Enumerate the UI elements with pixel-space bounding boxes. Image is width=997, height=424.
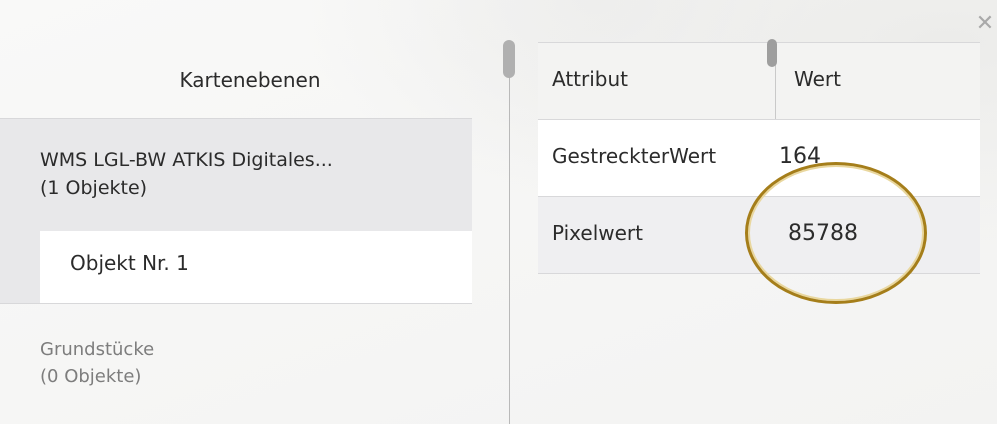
layer-item-wms[interactable]: WMS LGL-BW ATKIS Digitales... (1 Objekte… — [0, 118, 472, 232]
table-row: GestreckterWert 164 — [538, 120, 980, 197]
layers-header: Kartenebenen — [179, 68, 321, 92]
column-header-attribut[interactable]: Attribut — [552, 67, 628, 91]
attribute-cell: Pixelwert — [552, 221, 643, 245]
layer-title: WMS LGL-BW ATKIS Digitales... — [40, 149, 333, 171]
object-item[interactable]: Objekt Nr. 1 — [40, 231, 472, 303]
layer-item-grundstuecke[interactable]: Grundstücke (0 Objekte) — [40, 336, 154, 390]
column-header-wert[interactable]: Wert — [794, 67, 841, 91]
layers-panel: Kartenebenen WMS LGL-BW ATKIS Digitales.… — [0, 0, 500, 424]
object-label: Objekt Nr. 1 — [70, 251, 189, 275]
layer-count: (1 Objekte) — [40, 177, 148, 199]
table-header: Attribut Wert — [538, 39, 980, 120]
attribute-cell: GestreckterWert — [552, 144, 717, 168]
splitter-handle[interactable] — [503, 40, 515, 78]
column-resize-handle[interactable] — [767, 39, 777, 67]
close-icon[interactable]: ✕ — [975, 13, 995, 35]
layer-count: (0 Objekte) — [40, 366, 142, 387]
object-row[interactable]: Objekt Nr. 1 — [0, 231, 472, 304]
highlight-ring — [745, 162, 927, 304]
layer-title: Grundstücke — [40, 339, 155, 360]
panel-splitter[interactable] — [509, 42, 510, 424]
